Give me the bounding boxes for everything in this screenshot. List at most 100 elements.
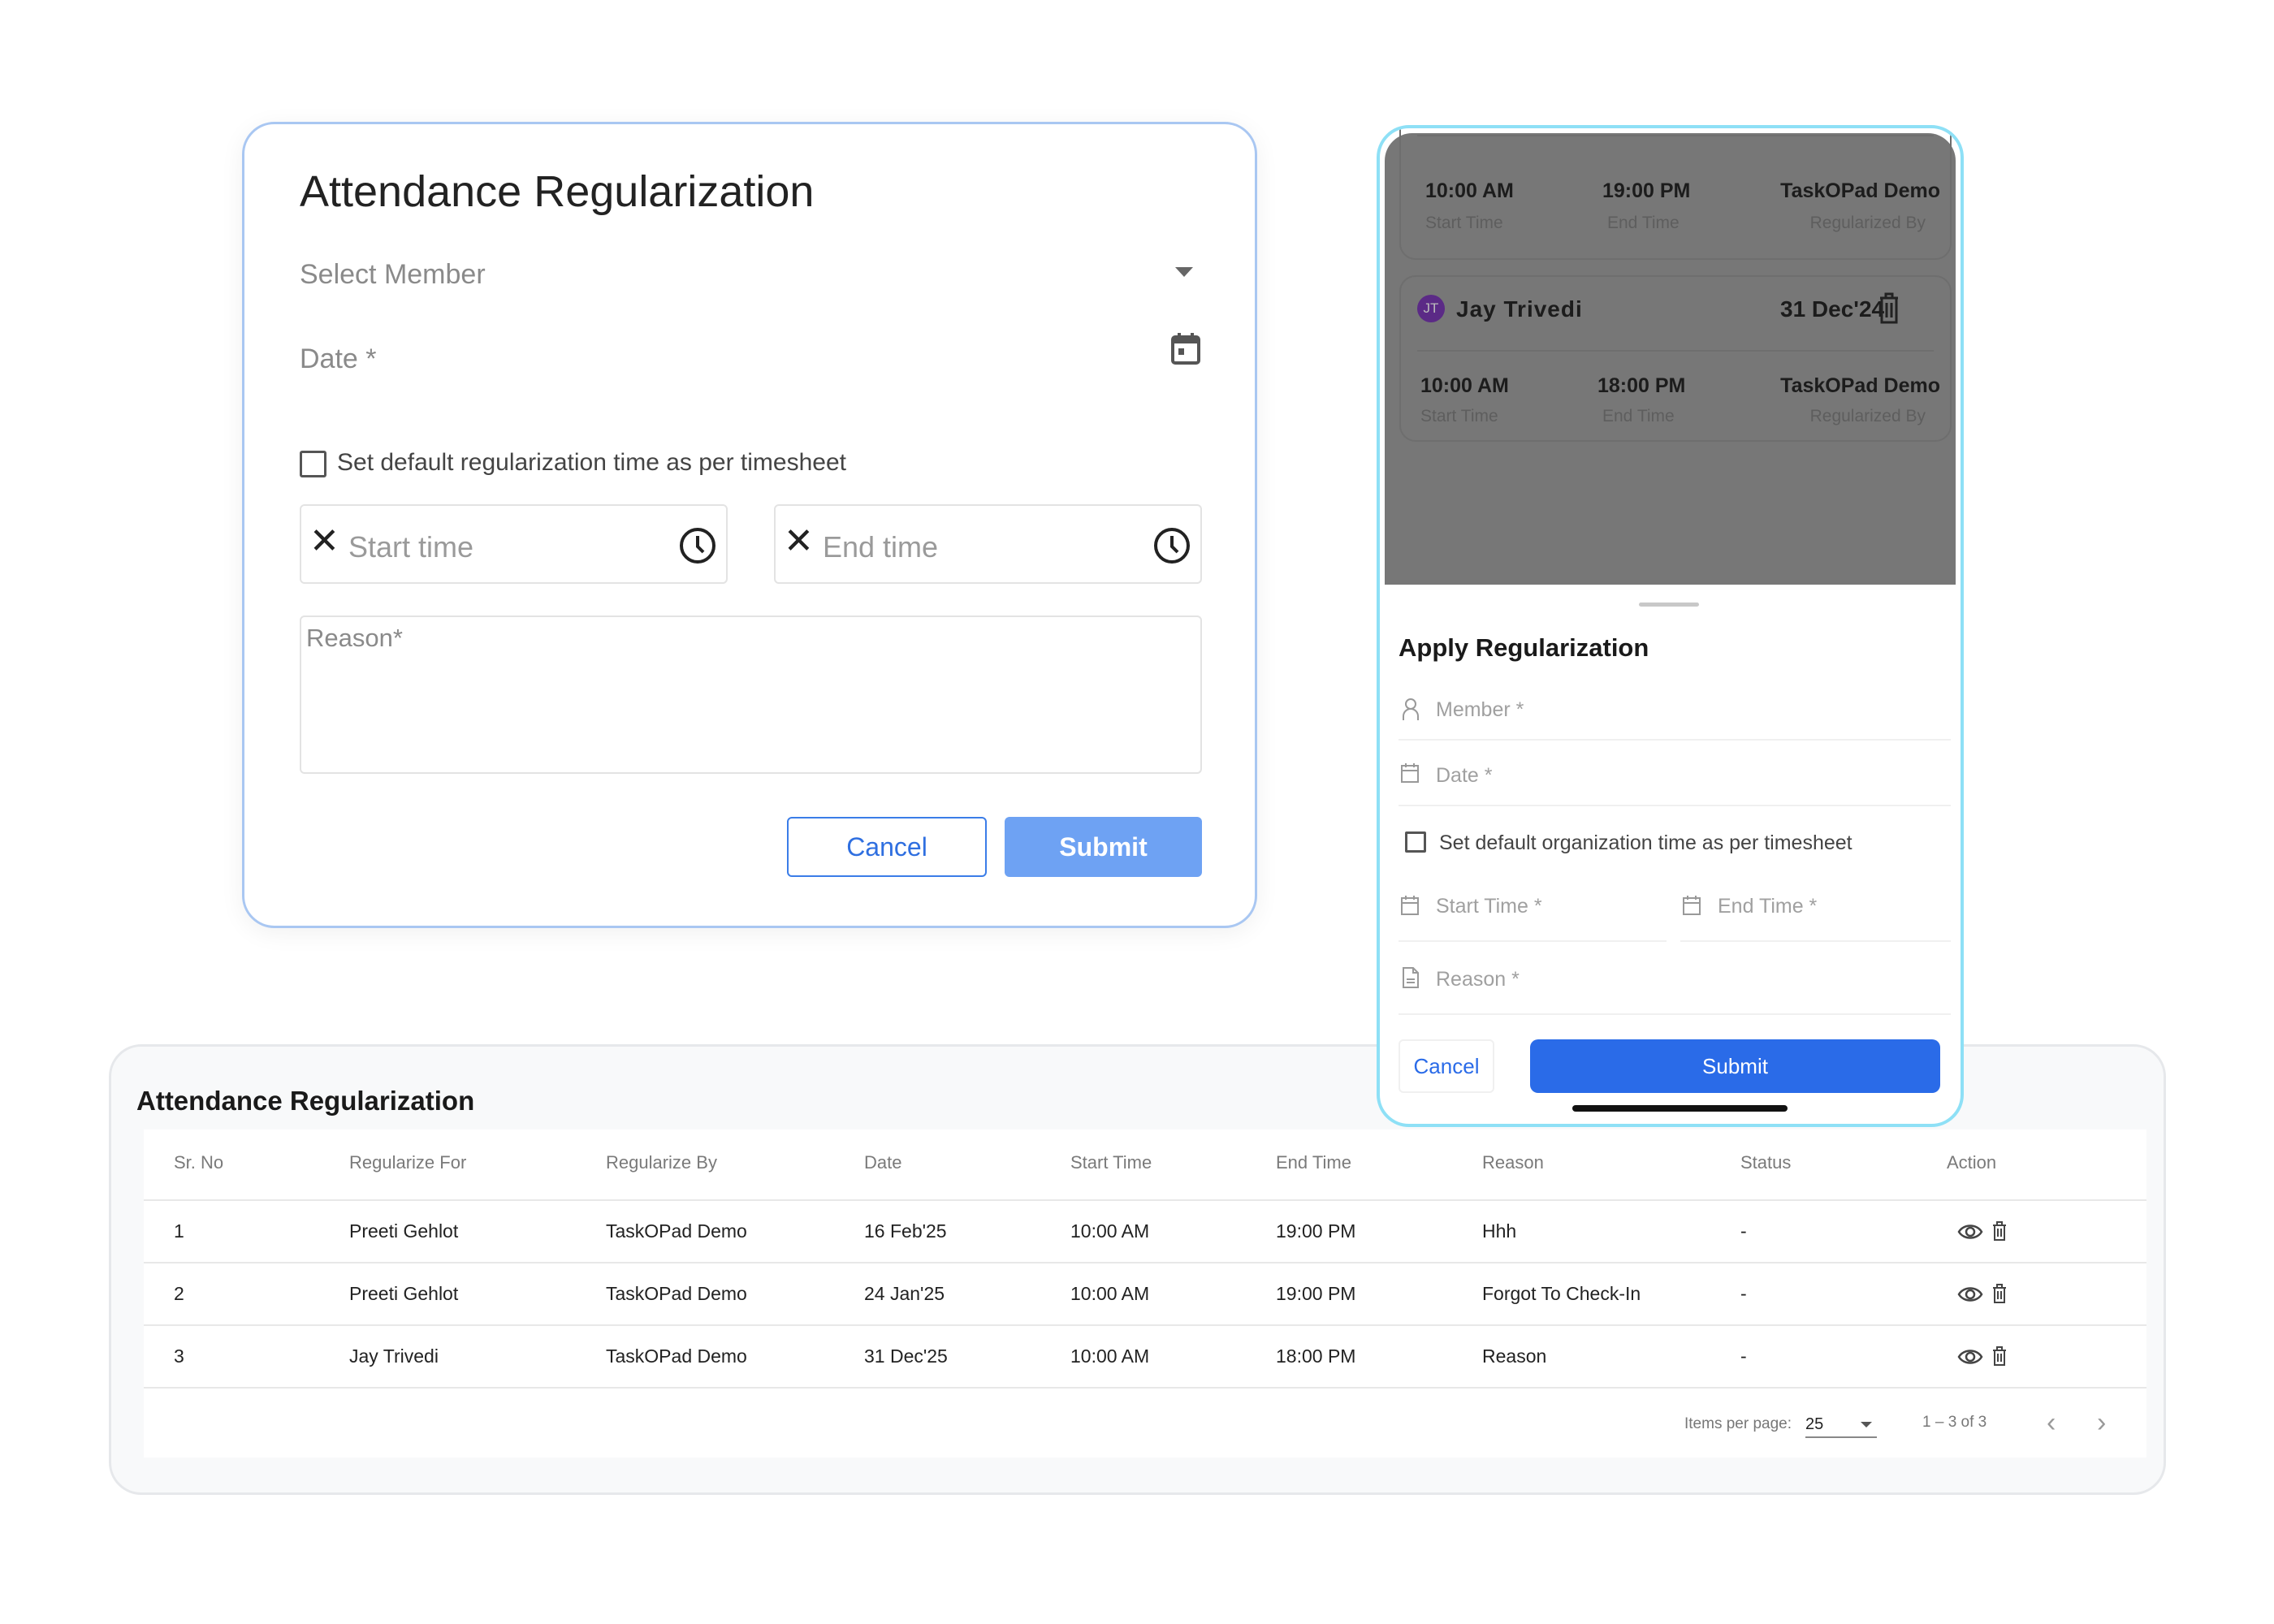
cell-status: - [1740, 1283, 1747, 1304]
submit-button[interactable]: Submit [1530, 1039, 1940, 1093]
start-time-label: Start Time [1425, 214, 1503, 232]
regularization-card: JT Jay Trivedi 31 Dec'24 10:00 AM Start … [1399, 275, 1952, 442]
cell-sr-no: 2 [174, 1283, 184, 1304]
table-title: Attendance Regularization [136, 1086, 475, 1116]
cell-reason: Forgot To Check-In [1482, 1283, 1641, 1304]
clock-icon[interactable] [1153, 527, 1191, 564]
default-time-checkbox[interactable] [300, 451, 326, 477]
items-per-page-value: 25 [1805, 1415, 1824, 1433]
cell-regularize-for: Preeti Gehlot [349, 1220, 459, 1242]
divider [1417, 135, 1934, 136]
home-indicator [1572, 1105, 1788, 1112]
divider [1399, 739, 1951, 741]
header-regularize-by: Regularize By [606, 1152, 717, 1173]
divider [1417, 350, 1934, 352]
divider [1399, 1013, 1951, 1015]
default-time-checkbox-row[interactable]: Set default regularization time as per t… [300, 447, 949, 480]
member-field[interactable]: Member * [1399, 689, 1951, 741]
cell-date: 16 Feb'25 [864, 1220, 947, 1242]
reason-placeholder: Reason* [306, 624, 403, 652]
date-field[interactable]: Date * [1399, 754, 1951, 806]
end-time-value: 19:00 PM [1602, 179, 1691, 202]
eye-icon[interactable] [1957, 1222, 1983, 1242]
trash-icon[interactable] [1991, 1283, 2008, 1304]
eye-icon[interactable] [1957, 1347, 1983, 1367]
regularized-by-label: Regularized By [1809, 214, 1926, 232]
end-time-placeholder: End Time * [1718, 895, 1818, 918]
reason-field[interactable]: Reason * [1399, 950, 1951, 1015]
cell-status: - [1740, 1220, 1747, 1242]
calendar-icon [1683, 896, 1701, 915]
regularized-by-value: TaskOPad Demo [1780, 179, 1940, 202]
end-time-field[interactable]: End Time * [1680, 877, 1951, 942]
cell-end-time: 19:00 PM [1276, 1283, 1356, 1304]
calendar-icon [1401, 896, 1419, 915]
default-time-checkbox-label: Set default regularization time as per t… [337, 449, 846, 476]
end-time-input[interactable]: ✕ End time [774, 504, 1202, 584]
trash-icon[interactable] [1878, 292, 1900, 324]
eye-icon[interactable] [1957, 1285, 1983, 1304]
previous-page-button[interactable]: ‹ [2047, 1407, 2056, 1439]
cell-date: 24 Jan'25 [864, 1283, 945, 1304]
clock-icon[interactable] [679, 527, 716, 564]
cell-regularize-by: TaskOPad Demo [606, 1345, 747, 1367]
calendar-icon[interactable] [1170, 331, 1201, 365]
default-time-checkbox-label: Set default organization time as per tim… [1439, 831, 1852, 854]
clear-icon[interactable]: ✕ [784, 524, 814, 559]
table-row: 3 Jay Trivedi TaskOPad Demo 31 Dec'25 10… [144, 1326, 2146, 1387]
mobile-mockup: 10:00 AM Start Time 19:00 PM End Time Ta… [1377, 125, 1964, 1127]
reason-placeholder: Reason * [1436, 968, 1520, 991]
regularization-form-card: Attendance Regularization Select Member … [242, 122, 1257, 928]
start-time-field[interactable]: Start Time * [1399, 877, 1667, 942]
member-name: Jay Trivedi [1456, 296, 1583, 322]
items-per-page-select[interactable]: 25 [1805, 1410, 1877, 1438]
cell-start-time: 10:00 AM [1070, 1220, 1150, 1242]
start-time-label: Start Time [1420, 407, 1498, 425]
cell-reason: Reason [1482, 1345, 1547, 1367]
start-time-placeholder: Start Time * [1436, 895, 1542, 918]
start-time-value: 10:00 AM [1420, 374, 1509, 397]
header-date: Date [864, 1152, 902, 1173]
cell-reason: Hhh [1482, 1220, 1517, 1242]
trash-icon[interactable] [1991, 1220, 2008, 1242]
header-sr-no: Sr. No [174, 1152, 224, 1173]
regularization-table: Sr. No Regularize For Regularize By Date… [144, 1129, 2146, 1458]
sheet-title: Apply Regularization [1399, 633, 1649, 662]
avatar: JT [1417, 295, 1445, 322]
default-time-checkbox-row[interactable]: Set default organization time as per tim… [1399, 827, 1951, 859]
divider [1399, 940, 1667, 942]
paginator: Items per page: 25 1 – 3 of 3 ‹ › [144, 1406, 2146, 1446]
sheet-drag-handle[interactable] [1639, 603, 1699, 607]
cell-regularize-by: TaskOPad Demo [606, 1283, 747, 1304]
chevron-down-icon [1861, 1422, 1872, 1427]
cell-start-time: 10:00 AM [1070, 1345, 1150, 1367]
cancel-button[interactable]: Cancel [1399, 1039, 1494, 1093]
page-range: 1 – 3 of 3 [1922, 1414, 1987, 1431]
divider [1680, 940, 1951, 942]
cell-status: - [1740, 1345, 1747, 1367]
header-regularize-for: Regularize For [349, 1152, 467, 1173]
next-page-button[interactable]: › [2097, 1407, 2106, 1439]
date-placeholder: Date * [1436, 764, 1493, 787]
header-start-time: Start Time [1070, 1152, 1152, 1173]
divider [1399, 805, 1951, 806]
start-time-input[interactable]: ✕ Start time [300, 504, 728, 584]
items-per-page-label: Items per page: [1684, 1415, 1792, 1432]
cancel-button[interactable]: Cancel [787, 817, 987, 877]
cell-regularize-for: Preeti Gehlot [349, 1283, 459, 1304]
select-member-dropdown[interactable]: Select Member [300, 254, 1201, 295]
trash-icon[interactable] [1991, 1345, 2008, 1367]
end-time-value: 18:00 PM [1597, 374, 1686, 397]
document-icon [1403, 967, 1419, 988]
default-time-checkbox[interactable] [1405, 831, 1426, 853]
start-time-value: 10:00 AM [1425, 179, 1514, 202]
chevron-down-icon [1175, 267, 1193, 277]
table-row: 2 Preeti Gehlot TaskOPad Demo 24 Jan'25 … [144, 1263, 2146, 1324]
date-label: Date * [300, 343, 377, 374]
table-row: 1 Preeti Gehlot TaskOPad Demo 16 Feb'25 … [144, 1201, 2146, 1262]
submit-button[interactable]: Submit [1005, 817, 1202, 877]
end-time-label: End Time [1607, 214, 1680, 232]
date-field[interactable]: Date * [300, 327, 1201, 384]
clear-icon[interactable]: ✕ [309, 524, 339, 559]
reason-textarea[interactable]: Reason* [300, 615, 1202, 774]
